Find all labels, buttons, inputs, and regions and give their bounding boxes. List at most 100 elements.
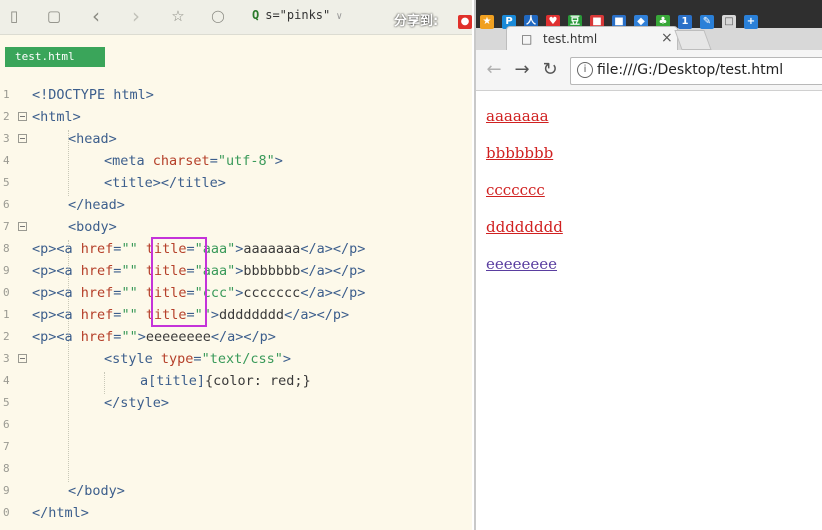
code-token: href	[80, 263, 114, 279]
code-line[interactable]: 9 <p><a href="" title="aaa">bbbbbbb</a></…	[0, 260, 472, 282]
info-icon[interactable]: i	[577, 62, 593, 78]
code-token: </style>	[104, 395, 170, 411]
code-token: eeeeeeee	[145, 329, 211, 345]
line-number: 1	[3, 308, 10, 321]
code-line[interactable]: 5 </style>	[0, 392, 472, 414]
page-link[interactable]: bbbbbbb	[486, 144, 553, 162]
code-text: <title></title>	[104, 172, 226, 194]
code-line[interactable]: 0 <p><a href="" title="ccc">ccccccc</a></…	[0, 282, 472, 304]
code-line[interactable]: 8 <p><a href="" title="aaa">aaaaaaa</a></…	[0, 238, 472, 260]
fold-toggle-icon[interactable]	[18, 112, 27, 121]
favorite-star-icon[interactable]: ☆	[168, 6, 188, 26]
code-text: </head>	[68, 194, 125, 216]
code-token: </a></p>	[284, 307, 350, 323]
code-line[interactable]: 7	[0, 436, 472, 458]
bookmark-share-icon[interactable]: 1	[678, 15, 692, 29]
edit-share-icon[interactable]: ✎	[700, 15, 714, 29]
code-line[interactable]: 2 <html>	[0, 106, 472, 128]
code-line[interactable]: 6 </head>	[0, 194, 472, 216]
code-token: charset	[152, 153, 210, 169]
back-arrow-icon[interactable]: ←	[484, 60, 504, 80]
line-number: 9	[3, 484, 10, 497]
code-token: href	[80, 307, 114, 323]
line-number: 7	[3, 220, 10, 233]
line-number: 2	[3, 110, 10, 123]
code-line[interactable]: 8	[0, 458, 472, 480]
line-number: 3	[3, 352, 10, 365]
line-number: 0	[3, 286, 10, 299]
line-number: 4	[3, 154, 10, 167]
more-share-icon[interactable]: +	[744, 15, 758, 29]
line-number: 1	[3, 88, 10, 101]
line-number: 6	[3, 418, 10, 431]
chevron-down-icon[interactable]: ∨	[336, 11, 342, 22]
code-token: <p><a	[32, 329, 81, 345]
page-link[interactable]: eeeeeeee	[486, 255, 557, 273]
code-line[interactable]: 2 <p><a href="">eeeeeeee</a></p>	[0, 326, 472, 348]
page-link[interactable]: aaaaaaa	[486, 107, 549, 125]
page-link[interactable]: dddddddd	[486, 218, 563, 236]
code-line[interactable]: 6	[0, 414, 472, 436]
code-token: a[title]	[140, 373, 206, 389]
weibo-share-icon[interactable]: ●	[458, 15, 472, 29]
line-number: 0	[3, 506, 10, 519]
code-token: {color: red;}	[205, 373, 311, 389]
document-icon: □	[521, 32, 533, 46]
code-token: ""	[121, 241, 138, 257]
code-line[interactable]: 3 <style type="text/css">	[0, 348, 472, 370]
code-line[interactable]: 3 <head>	[0, 128, 472, 150]
code-token: href	[80, 241, 114, 257]
code-line[interactable]: 1 <p><a href="" title="">dddddddd</a></p>	[0, 304, 472, 326]
code-text: </html>	[32, 502, 89, 524]
file-tab-label: test.html	[15, 50, 75, 63]
code-token: bbbbbbb	[243, 263, 301, 279]
qzone-share-icon[interactable]: ★	[480, 15, 494, 29]
back-icon[interactable]: ‹	[86, 6, 106, 26]
browser-tab[interactable]: □ test.html ×	[506, 26, 678, 51]
code-token: >	[210, 307, 220, 323]
run-icon[interactable]: ◯	[208, 6, 228, 26]
line-number: 7	[3, 440, 10, 453]
line-number: 8	[3, 242, 10, 255]
forward-icon[interactable]: ›	[126, 6, 146, 26]
line-number: 2	[3, 330, 10, 343]
code-line[interactable]: 0 </html>	[0, 502, 472, 524]
code-line[interactable]: 5 <title></title>	[0, 172, 472, 194]
code-line[interactable]: 9 </body>	[0, 480, 472, 502]
code-text: a[title]{color: red;}	[140, 370, 311, 392]
reload-icon[interactable]: ↻	[540, 60, 560, 80]
fold-toggle-icon[interactable]	[18, 222, 27, 231]
code-token: ""	[121, 285, 138, 301]
code-token: </html>	[32, 505, 89, 521]
code-editor[interactable]: ▯ ▢ ‹ › ☆ ◯ Qs="pinks" ∨ test.html 1 <!DOC…	[0, 0, 472, 530]
address-bar[interactable]: i file:///G:/Desktop/test.html	[570, 57, 822, 85]
forward-arrow-icon[interactable]: →	[512, 60, 532, 80]
close-tab-icon[interactable]: ×	[661, 30, 673, 46]
code-line[interactable]: 4 <meta charset="utf-8">	[0, 150, 472, 172]
file-tab[interactable]: test.html	[5, 47, 105, 67]
page-link[interactable]: ccccccc	[486, 181, 545, 199]
search-text: s="pinks"	[265, 8, 331, 22]
code-token: <body>	[68, 219, 117, 235]
code-token: ""	[121, 263, 138, 279]
save-icon[interactable]: ▢	[44, 6, 64, 26]
line-number: 8	[3, 462, 10, 475]
code-token: dddddddd	[219, 307, 285, 323]
copy-share-icon[interactable]: □	[722, 15, 736, 29]
save-all-icon[interactable]: ▯	[4, 6, 24, 26]
code-token: <p><a	[32, 285, 81, 301]
code-token: ccccccc	[243, 285, 301, 301]
fold-toggle-icon[interactable]	[18, 134, 27, 143]
code-line[interactable]: 4 a[title]{color: red;}	[0, 370, 472, 392]
code-line[interactable]: 7 <body>	[0, 216, 472, 238]
fold-toggle-icon[interactable]	[18, 354, 27, 363]
search-box[interactable]: Qs="pinks" ∨	[252, 8, 342, 22]
code-token: <head>	[68, 131, 117, 147]
code-text: <!DOCTYPE html>	[32, 84, 154, 106]
code-line[interactable]: 1 <!DOCTYPE html>	[0, 84, 472, 106]
code-text: <body>	[68, 216, 117, 238]
